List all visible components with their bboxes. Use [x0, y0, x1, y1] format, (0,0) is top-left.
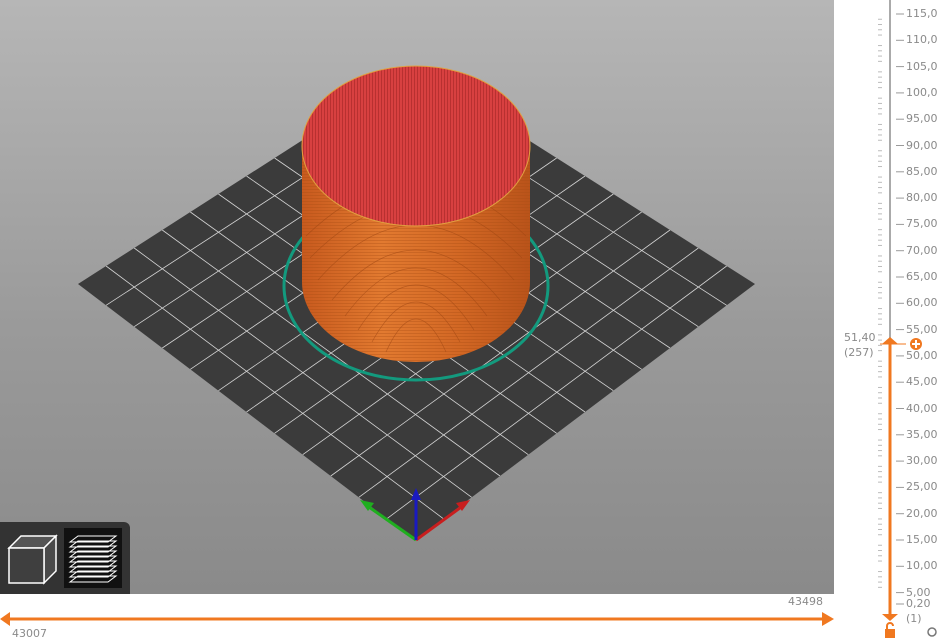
height-tick-label: 90,00 [906, 138, 938, 152]
layers-view-button[interactable] [64, 528, 122, 588]
view-type-toggle [0, 522, 130, 594]
height-tick-label: 10,00 [906, 559, 938, 573]
lock-icon[interactable] [885, 622, 895, 638]
upper-thumb[interactable] [882, 337, 898, 344]
object-top [302, 66, 530, 226]
height-tick-label: 70,00 [906, 243, 938, 257]
3d-view-button[interactable] [4, 528, 62, 588]
height-tick-label: 115,00 [906, 7, 938, 20]
height-tick-label: 55,00 [906, 322, 938, 336]
height-tick-label: 50,00 [906, 348, 938, 362]
height-tick-label: 105,00 [906, 59, 938, 73]
move-max-label: 43498 [788, 595, 823, 608]
scene-canvas[interactable] [0, 0, 834, 594]
height-tick-label: 65,00 [906, 270, 938, 283]
layers-view-icon [68, 535, 118, 583]
height-tick-label: 60,00 [906, 296, 938, 310]
height-tick-label: 25,00 [906, 480, 938, 494]
height-tick-label: 85,00 [906, 164, 938, 178]
left-thumb[interactable] [0, 612, 10, 626]
height-tick-label: 100,00 [906, 85, 938, 99]
height-tick-label: 20,00 [906, 506, 938, 520]
right-thumb[interactable] [822, 612, 834, 626]
upper-layer-label: (257) [844, 346, 874, 359]
move-slider[interactable]: 43498 43007 [0, 594, 834, 638]
move-min-label: 43007 [12, 627, 47, 638]
gcode-preview-window: 115,00 110,00 105,00 100,00 95,00 90,00 85,00 8… [0, 0, 938, 638]
height-tick-label: 30,00 [906, 454, 938, 468]
3d-view-icon [7, 534, 58, 585]
height-tick-label: 80,00 [906, 191, 938, 205]
height-tick-label: 75,00 [906, 217, 938, 231]
settings-cog-icon[interactable] [927, 627, 937, 637]
height-tick-label: 15,00 [906, 533, 938, 546]
lower-thumb[interactable] [882, 614, 898, 621]
height-tick-label: 95,00 [906, 112, 938, 126]
layer-range-slider[interactable]: 115,00 110,00 105,00 100,00 95,00 90,00 85,00 8… [834, 0, 938, 638]
upper-value-label: 51,40 [844, 331, 876, 344]
height-tick-label: 110,00 [906, 33, 938, 47]
height-tick-label: 40,00 [906, 401, 938, 415]
height-tick-label: 0,20 [906, 597, 931, 610]
height-tick-label: 35,00 [906, 427, 938, 441]
height-tick-label: 45,00 [906, 375, 938, 389]
lower-layer-label: (1) [906, 612, 922, 625]
3d-viewport[interactable] [0, 0, 834, 594]
